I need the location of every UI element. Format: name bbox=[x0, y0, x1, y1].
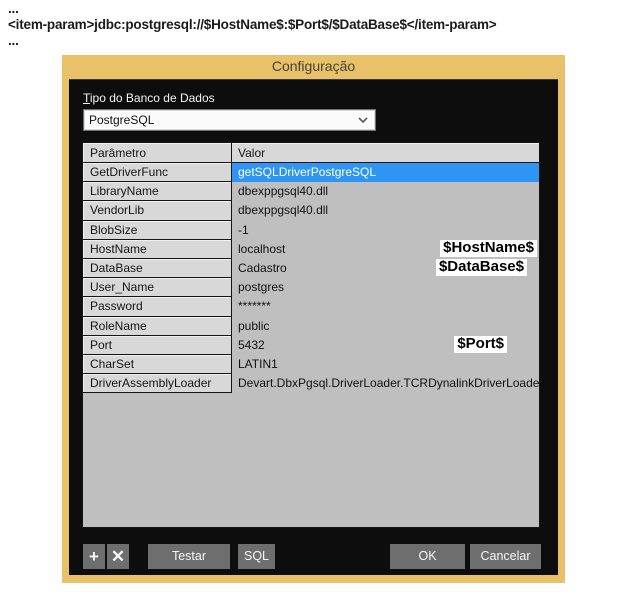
header-cell-parametro[interactable]: Parâmetro bbox=[83, 143, 232, 162]
db-type-label: Tipo do Banco de Dados bbox=[83, 91, 215, 105]
config-window: Configuração Tipo do Banco de Dados Post… bbox=[62, 55, 565, 583]
header-cell-valor[interactable]: Valor bbox=[232, 143, 539, 162]
page: ... <item-param>jdbc:postgresql://$HostN… bbox=[0, 0, 627, 597]
x-icon: ✕ bbox=[111, 547, 125, 566]
window-content: Tipo do Banco de Dados PostgreSQL Parâme… bbox=[69, 79, 558, 575]
param-annotation-hostname: $HostName$ bbox=[440, 240, 537, 257]
param-cell[interactable]: Password bbox=[83, 297, 232, 316]
value-cell[interactable]: dbexppgsql40.dll bbox=[232, 201, 539, 220]
cancelar-button[interactable]: Cancelar bbox=[470, 544, 541, 569]
value-cell[interactable]: postgres bbox=[232, 278, 539, 297]
param-cell[interactable]: Port bbox=[83, 336, 232, 355]
table-row[interactable]: RoleNamepublic bbox=[83, 317, 539, 336]
delete-button[interactable]: ✕ bbox=[107, 544, 129, 569]
ok-button[interactable]: OK bbox=[390, 544, 465, 569]
table-row[interactable]: DriverAssemblyLoaderDevart.DbxPgsql.Driv… bbox=[83, 374, 539, 393]
code-line: <item-param>jdbc:postgresql://$HostName$… bbox=[8, 17, 496, 33]
window-title: Configuração bbox=[272, 58, 355, 74]
add-button[interactable]: + bbox=[83, 544, 105, 569]
value-cell[interactable]: getSQLDriverPostgreSQL bbox=[232, 163, 539, 182]
db-type-selected-value: PostgreSQL bbox=[89, 113, 154, 127]
table-row[interactable]: User_Namepostgres bbox=[83, 278, 539, 297]
param-grid[interactable]: Parâmetro Valor GetDriverFuncgetSQLDrive… bbox=[82, 142, 540, 528]
plus-icon: + bbox=[89, 547, 99, 566]
code-snippet: ... <item-param>jdbc:postgresql://$HostN… bbox=[8, 1, 496, 49]
table-row[interactable]: LibraryNamedbexppgsql40.dll bbox=[83, 182, 539, 201]
table-row[interactable]: CharSetLATIN1 bbox=[83, 355, 539, 374]
param-cell[interactable]: User_Name bbox=[83, 278, 232, 297]
param-grid-body: GetDriverFuncgetSQLDriverPostgreSQLLibra… bbox=[83, 163, 539, 393]
code-line: ... bbox=[8, 1, 496, 17]
param-cell[interactable]: GetDriverFunc bbox=[83, 163, 232, 182]
value-cell[interactable]: dbexppgsql40.dll bbox=[232, 182, 539, 201]
param-cell[interactable]: DataBase bbox=[83, 259, 232, 278]
sql-button[interactable]: SQL bbox=[238, 544, 275, 569]
value-cell[interactable]: public bbox=[232, 317, 539, 336]
grid-header: Parâmetro Valor bbox=[83, 143, 539, 163]
chevron-down-icon bbox=[357, 115, 369, 125]
param-cell[interactable]: HostName bbox=[83, 240, 232, 259]
table-row[interactable]: BlobSize-1 bbox=[83, 221, 539, 240]
param-cell[interactable]: BlobSize bbox=[83, 221, 232, 240]
value-cell[interactable]: -1 bbox=[232, 221, 539, 240]
value-cell[interactable]: ******* bbox=[232, 297, 539, 316]
param-cell[interactable]: LibraryName bbox=[83, 182, 232, 201]
table-row[interactable]: Port5432$Port$ bbox=[83, 336, 539, 355]
testar-button[interactable]: Testar bbox=[148, 544, 230, 569]
db-type-select[interactable]: PostgreSQL bbox=[83, 109, 376, 131]
value-cell[interactable]: LATIN1 bbox=[232, 355, 539, 374]
param-cell[interactable]: DriverAssemblyLoader bbox=[83, 374, 232, 393]
code-line: ... bbox=[8, 33, 496, 49]
table-row[interactable]: VendorLibdbexppgsql40.dll bbox=[83, 201, 539, 220]
param-cell[interactable]: RoleName bbox=[83, 317, 232, 336]
param-annotation-port: $Port$ bbox=[454, 336, 507, 353]
table-row[interactable]: DataBaseCadastro$DataBase$ bbox=[83, 259, 539, 278]
value-cell[interactable]: Devart.DbxPgsql.DriverLoader.TCRDynalink… bbox=[232, 374, 539, 393]
table-row[interactable]: Password******* bbox=[83, 297, 539, 316]
window-titlebar[interactable]: Configuração bbox=[69, 55, 558, 79]
table-row[interactable]: HostNamelocalhost$HostName$ bbox=[83, 240, 539, 259]
param-cell[interactable]: VendorLib bbox=[83, 201, 232, 220]
param-annotation-database: $DataBase$ bbox=[436, 259, 527, 276]
param-cell[interactable]: CharSet bbox=[83, 355, 232, 374]
table-row[interactable]: GetDriverFuncgetSQLDriverPostgreSQL bbox=[83, 163, 539, 182]
